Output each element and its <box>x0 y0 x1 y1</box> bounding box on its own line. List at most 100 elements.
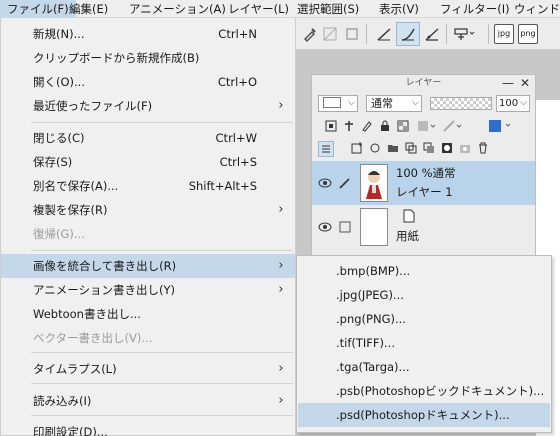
menu-item-export-webtoon[interactable]: Webtoon書き出し... <box>1 302 295 326</box>
pen-edit-icon[interactable] <box>338 176 352 190</box>
layer-panel: レイヤー — ✕ ⌵ 通常 ⌵ 100 ⌵ 100 %通常 レイヤー 1 用紙 <box>311 74 536 260</box>
layer-color-icon[interactable] <box>488 118 514 134</box>
mask-options-icon[interactable] <box>416 119 438 133</box>
color-dropdown[interactable]: ⌵ <box>318 95 358 112</box>
clip-icon[interactable] <box>324 119 338 133</box>
menu-item-open[interactable]: 開く(O)... Ctrl+O <box>1 70 295 94</box>
menu-item-shortcut: Ctrl+W <box>215 131 257 145</box>
export-jpg-icon[interactable]: jpg <box>492 22 516 46</box>
layer-row-paper[interactable]: 用紙 <box>312 205 535 249</box>
menu-item-new-from-clipboard[interactable]: クリップボードから新規作成(B) <box>1 46 295 70</box>
file-menu: 新規(N)... Ctrl+N クリップボードから新規作成(B) 開く(O)...… <box>0 18 296 436</box>
close-icon[interactable]: ✕ <box>520 75 530 91</box>
menu-separator <box>31 122 293 123</box>
submenu-item-label: .jpg(JPEG)... <box>336 288 404 302</box>
opacity-value: 100 <box>499 98 519 109</box>
chevron-down-icon: ⌵ <box>412 98 419 108</box>
submenu-item-label: .bmp(BMP)... <box>336 264 411 278</box>
draft-icon[interactable] <box>360 119 374 133</box>
eye-icon[interactable] <box>318 220 332 234</box>
chevron-right-icon: › <box>278 282 284 297</box>
menu-bar: ファイル(F) 編集(E) アニメーション(A) レイヤー(L) 選択範囲(S)… <box>0 0 560 18</box>
lock-icon[interactable] <box>378 119 392 133</box>
menu-item-timelapse[interactable]: タイムラプス(L) › <box>1 357 295 381</box>
square-icon[interactable] <box>340 22 364 46</box>
layer-row-1[interactable]: 100 %通常 レイヤー 1 <box>312 161 535 205</box>
menu-item-export-vector[interactable]: ベクター書き出し(V)... <box>1 326 295 350</box>
new-vector-layer-icon[interactable] <box>368 141 382 155</box>
ruler-icon[interactable] <box>420 22 444 46</box>
lock-transparent-icon[interactable] <box>396 119 410 133</box>
menu-item-label: クリップボードから新規作成(B) <box>33 51 200 65</box>
menu-window[interactable]: ウィンドウ( <box>507 0 560 18</box>
transfer-down-icon[interactable] <box>404 141 418 155</box>
menu-item-revert[interactable]: 復帰(G)... <box>1 222 295 246</box>
menu-item-label: 画像を統合して書き出し(R) <box>33 259 177 273</box>
line-tool-icon[interactable] <box>372 22 396 46</box>
paper-layer-name: 用紙 <box>396 229 419 243</box>
layer-1-name: レイヤー 1 <box>396 185 453 199</box>
submenu-item-psb[interactable]: .psb(Photoshopビックドキュメント)... <box>298 379 550 403</box>
submenu-item-bmp[interactable]: .bmp(BMP)... <box>298 259 550 283</box>
blend-mode-select[interactable]: 通常 ⌵ <box>366 95 422 112</box>
submenu-item-tga[interactable]: .tga(Targa)... <box>298 355 550 379</box>
menu-view[interactable]: 表示(V) <box>372 0 426 18</box>
menu-item-close[interactable]: 閉じる(C) Ctrl+W <box>1 126 295 150</box>
submenu-item-tif[interactable]: .tif(TIFF)... <box>298 331 550 355</box>
apply-mask-icon[interactable] <box>458 141 472 155</box>
menu-item-label: Webtoon書き出し... <box>33 307 141 321</box>
reference-icon[interactable] <box>342 119 356 133</box>
menu-separator <box>31 250 293 251</box>
curve-tool-icon[interactable] <box>396 22 420 46</box>
transform-icon[interactable] <box>452 22 476 46</box>
submenu-item-label: .psb(Photoshopビックドキュメント)... <box>336 384 545 398</box>
minimize-icon[interactable]: — <box>502 75 514 91</box>
eye-icon[interactable] <box>318 176 332 190</box>
menu-item-export-flattened[interactable]: 画像を統合して書き出し(R) › <box>1 254 295 278</box>
menu-item-save-copy[interactable]: 複製を保存(R) › <box>1 198 295 222</box>
trash-icon[interactable] <box>476 141 490 155</box>
chevron-right-icon: › <box>278 202 284 217</box>
menu-item-label: アニメーション書き出し(Y) <box>33 283 176 297</box>
grid-icon[interactable] <box>318 22 342 46</box>
submenu-item-png[interactable]: .png(PNG)... <box>298 307 550 331</box>
opacity-slider[interactable] <box>430 97 492 110</box>
submenu-item-jpg[interactable]: .jpg(JPEG)... <box>298 283 550 307</box>
submenu-item-label: .png(PNG)... <box>336 312 406 326</box>
export-submenu: .bmp(BMP)... .jpg(JPEG)... .png(PNG)... … <box>296 255 552 433</box>
menu-item-export-animation[interactable]: アニメーション書き出し(Y) › <box>1 278 295 302</box>
menu-item-import[interactable]: 読み込み(I) › <box>1 389 295 413</box>
menu-item-label: 保存(S) <box>33 155 73 169</box>
menu-edit[interactable]: 編集(E) <box>62 0 115 18</box>
new-raster-layer-icon[interactable] <box>350 141 364 155</box>
menu-item-new[interactable]: 新規(N)... Ctrl+N <box>1 22 295 46</box>
opacity-field[interactable]: 100 ⌵ <box>496 95 530 112</box>
menu-item-shortcut: Shift+Alt+S <box>188 179 257 193</box>
new-folder-icon[interactable] <box>386 141 400 155</box>
layer-mask-icon[interactable] <box>440 141 454 155</box>
submenu-item-psd[interactable]: .psd(Photoshopドキュメント)... <box>298 403 550 427</box>
menu-item-save[interactable]: 保存(S) Ctrl+S <box>1 150 295 174</box>
merge-down-icon[interactable] <box>422 141 436 155</box>
menu-selection[interactable]: 選択範囲(S) <box>290 0 366 18</box>
menu-item-print-settings[interactable]: 印刷設定(D)... <box>1 420 295 436</box>
paper-thumbnail <box>360 208 388 246</box>
menu-item-label: 別名で保存(A)... <box>33 179 119 193</box>
menu-separator <box>31 383 293 384</box>
menu-filter[interactable]: フィルター(I) <box>433 0 517 18</box>
menu-item-recent-files[interactable]: 最近使ったファイル(F) › <box>1 94 295 118</box>
layer-property-bar <box>312 115 535 137</box>
ruler-options-icon[interactable] <box>442 119 464 133</box>
chevron-down-icon: ⌵ <box>520 98 527 108</box>
checkbox-icon[interactable] <box>338 220 352 234</box>
color-swatch <box>323 97 341 108</box>
menu-animation[interactable]: アニメーション(A) <box>122 0 233 18</box>
menu-separator <box>31 415 293 416</box>
export-png-icon[interactable]: png <box>516 22 540 46</box>
submenu-item-label: .tif(TIFF)... <box>336 336 395 350</box>
toolbar-divider <box>488 24 489 44</box>
menu-item-save-as[interactable]: 別名で保存(A)... Shift+Alt+S <box>1 174 295 198</box>
menu-item-label: 復帰(G)... <box>33 227 85 241</box>
menu-layer[interactable]: レイヤー(L) <box>221 0 296 18</box>
layer-list-icon[interactable] <box>318 141 334 157</box>
